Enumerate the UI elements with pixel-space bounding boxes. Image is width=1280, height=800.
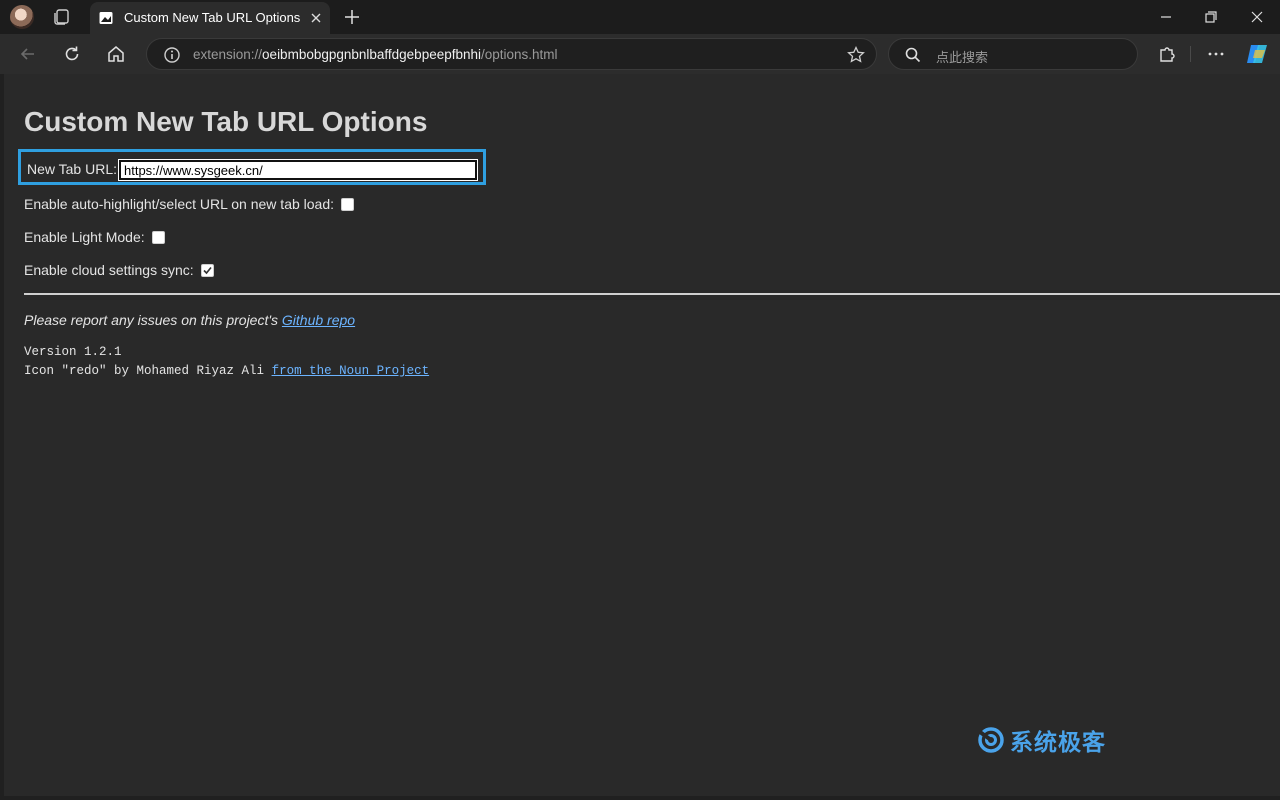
toolbar-separator xyxy=(1190,46,1191,62)
toolbar: extension://oeibmbobgpgnbnlbaffdgebpeepf… xyxy=(0,34,1280,74)
copilot-icon[interactable] xyxy=(1245,42,1271,66)
window-bottom-edge xyxy=(0,796,1280,800)
url-host: oeibmbobgpgnbnlbaffdgebpeepfbnhi xyxy=(262,47,481,62)
option-auto-highlight-label: Enable auto-highlight/select URL on new … xyxy=(24,196,335,212)
auto-highlight-checkbox[interactable] xyxy=(341,197,355,211)
address-url: extension://oeibmbobgpgnbnlbaffdgebpeepf… xyxy=(193,47,558,62)
url-path: /options.html xyxy=(481,47,558,62)
favorite-star-icon[interactable] xyxy=(846,45,866,65)
back-arrow-icon[interactable] xyxy=(18,44,38,64)
watermark-text: 系统极客 xyxy=(1010,729,1106,755)
option-light-mode: Enable Light Mode: xyxy=(24,229,165,245)
tab-active[interactable]: Custom New Tab URL Options xyxy=(90,2,330,34)
icon-credit-text: Icon "redo" by Mohamed Riyaz Ali xyxy=(24,364,265,378)
site-info-icon[interactable] xyxy=(163,46,181,64)
refresh-icon[interactable] xyxy=(62,44,82,64)
version-text: Version 1.2.1 xyxy=(24,345,122,359)
extension-favicon-icon xyxy=(99,12,113,24)
tab-close-icon[interactable] xyxy=(308,10,324,26)
new-tab-plus-icon[interactable] xyxy=(342,7,362,27)
minimize-icon[interactable] xyxy=(1155,6,1177,28)
noun-project-link[interactable]: from the Noun Project xyxy=(272,364,430,378)
option-cloud-sync: Enable cloud settings sync: xyxy=(24,262,214,278)
close-window-icon[interactable] xyxy=(1246,6,1268,28)
github-repo-link[interactable]: Github repo xyxy=(282,312,355,328)
search-box[interactable]: 点此搜索 xyxy=(888,38,1138,70)
option-light-mode-label: Enable Light Mode: xyxy=(24,229,145,245)
option-cloud-sync-label: Enable cloud settings sync: xyxy=(24,262,194,278)
checkmark-icon xyxy=(203,266,212,274)
search-icon xyxy=(905,47,921,63)
search-placeholder: 点此搜索 xyxy=(936,50,989,65)
report-issues-text: Please report any issues on this project… xyxy=(24,312,355,328)
home-icon[interactable] xyxy=(106,44,126,64)
new-tab-url-row: New Tab URL: xyxy=(18,149,486,185)
tab-strip: Custom New Tab URL Options xyxy=(0,0,1280,34)
profile-avatar[interactable] xyxy=(10,5,34,29)
url-scheme: extension:// xyxy=(193,47,263,62)
restore-icon[interactable] xyxy=(1200,6,1222,28)
option-auto-highlight: Enable auto-highlight/select URL on new … xyxy=(24,196,355,212)
watermark-logo-icon xyxy=(978,727,1004,753)
page-title: Custom New Tab URL Options xyxy=(24,106,428,137)
more-menu-icon[interactable] xyxy=(1206,44,1226,64)
new-tab-url-label: New Tab URL: xyxy=(27,161,118,177)
tab-title: Custom New Tab URL Options xyxy=(124,10,301,25)
icon-credit: Icon "redo" by Mohamed Riyaz Ali from th… xyxy=(24,364,429,378)
new-tab-url-input[interactable] xyxy=(119,160,477,180)
options-page: Custom New Tab URL Options New Tab URL: … xyxy=(4,74,1280,796)
cloud-sync-checkbox[interactable] xyxy=(200,263,214,277)
section-divider xyxy=(24,293,1280,295)
address-bar[interactable]: extension://oeibmbobgpgnbnlbaffdgebpeepf… xyxy=(146,38,877,70)
extensions-puzzle-icon[interactable] xyxy=(1157,44,1177,64)
light-mode-checkbox[interactable] xyxy=(151,230,165,244)
report-text: Please report any issues on this project… xyxy=(24,312,279,328)
watermark: 系统极客 xyxy=(976,723,1106,757)
workspaces-icon[interactable] xyxy=(52,7,72,27)
